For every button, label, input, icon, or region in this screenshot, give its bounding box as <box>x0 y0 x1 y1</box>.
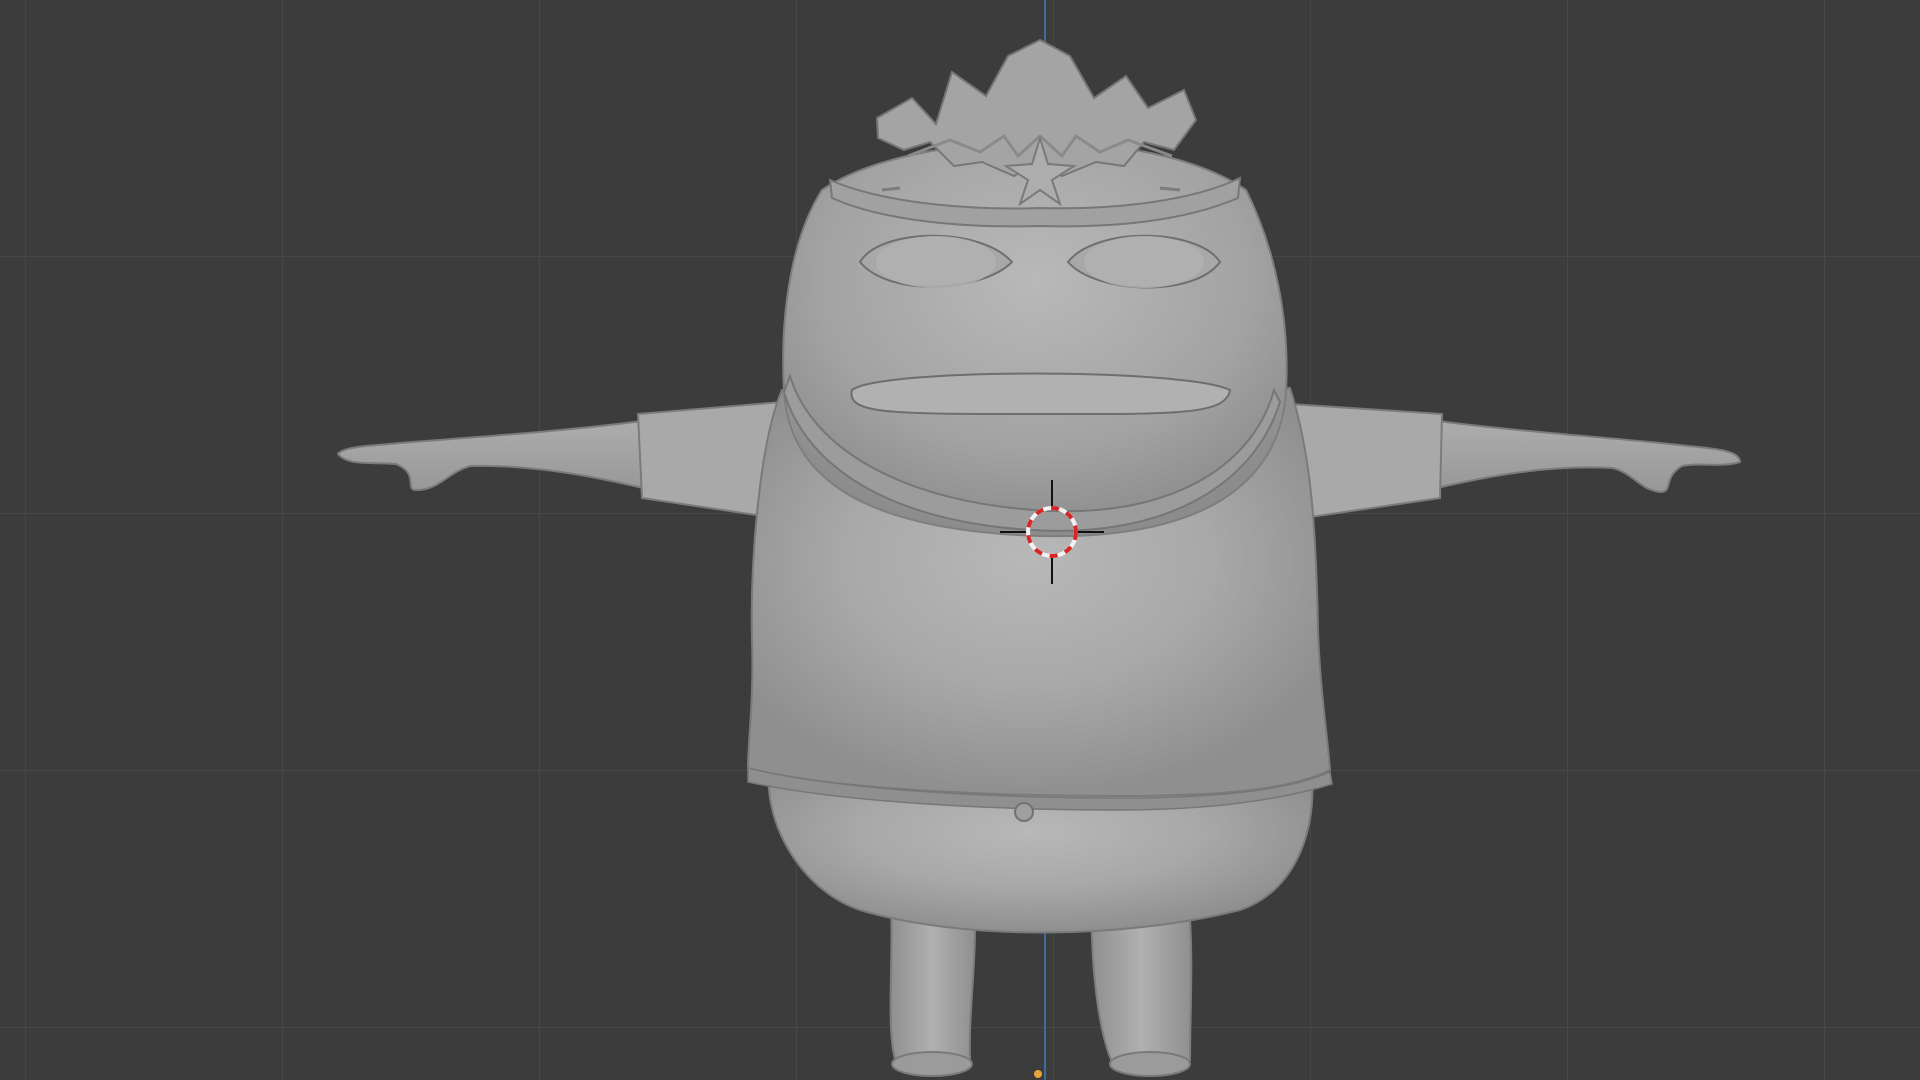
arm-left <box>336 400 792 522</box>
3d-cursor-icon <box>1000 480 1104 584</box>
mouth <box>850 372 1232 416</box>
arm-right <box>1289 402 1742 522</box>
character-model[interactable] <box>0 0 1920 1080</box>
object-origin-dot <box>1034 1070 1042 1078</box>
belly-button <box>1014 802 1034 822</box>
3d-viewport[interactable] <box>0 0 1920 1080</box>
